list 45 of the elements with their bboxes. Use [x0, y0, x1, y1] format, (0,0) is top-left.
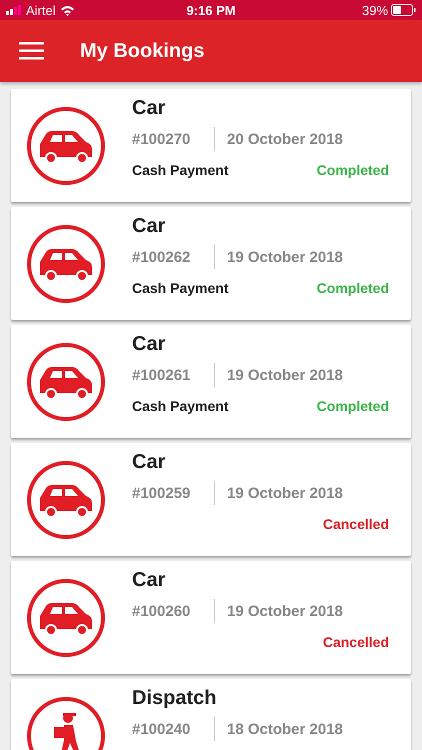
page-title: My Bookings — [80, 40, 204, 62]
wifi-icon — [60, 4, 75, 16]
booking-card[interactable]: Car #100260 19 October 2018 Cancelled — [11, 561, 411, 674]
payment-method: Cash Payment — [132, 398, 228, 414]
battery-icon — [391, 4, 416, 16]
booking-number: #100259 — [132, 484, 192, 502]
booking-card[interactable]: Car #100259 19 October 2018 Cancelled — [11, 443, 411, 556]
payment-method: Cash Payment — [132, 280, 228, 296]
booking-number: #100261 — [132, 366, 192, 384]
battery-percent: 39% — [362, 2, 388, 18]
booking-card[interactable]: Car #100261 19 October 2018 Cash Payment Completed — [11, 325, 411, 438]
booking-number: #100262 — [132, 248, 192, 266]
booking-date: 19 October 2018 — [227, 366, 343, 384]
booking-number: #100270 — [132, 130, 192, 148]
booking-card[interactable]: Dispatch #100240 18 October 2018 — [11, 679, 411, 750]
booking-status: Completed — [316, 162, 389, 178]
service-name: Car — [132, 96, 166, 121]
car-icon — [26, 578, 106, 658]
booking-date: 19 October 2018 — [227, 484, 343, 502]
booking-date: 20 October 2018 — [227, 130, 343, 148]
car-icon — [26, 106, 106, 186]
service-name: Car — [132, 450, 166, 475]
booking-status: Completed — [316, 398, 389, 414]
booking-number: #100260 — [132, 602, 192, 620]
booking-status: Completed — [316, 280, 389, 296]
service-name: Car — [132, 214, 166, 239]
booking-status: Cancelled — [322, 516, 389, 532]
payment-method: Cash Payment — [132, 162, 228, 178]
service-name: Car — [132, 568, 166, 593]
service-name: Car — [132, 332, 166, 357]
clock: 9:16 PM — [186, 2, 236, 18]
booking-date: 18 October 2018 — [227, 720, 343, 738]
menu-icon[interactable] — [19, 42, 44, 60]
car-icon — [26, 224, 106, 304]
booking-number: #100240 — [132, 720, 192, 738]
signal-icon — [6, 5, 22, 15]
booking-date: 19 October 2018 — [227, 602, 343, 620]
booking-status: Cancelled — [322, 634, 389, 650]
booking-card[interactable]: Car #100262 19 October 2018 Cash Payment Completed — [11, 207, 411, 320]
car-icon — [26, 342, 106, 422]
car-icon — [26, 460, 106, 540]
booking-card[interactable]: Car #100270 20 October 2018 Cash Payment Completed — [11, 89, 411, 202]
service-name: Dispatch — [132, 686, 218, 711]
booking-date: 19 October 2018 — [227, 248, 343, 266]
carrier-name: Airtel — [26, 2, 56, 18]
